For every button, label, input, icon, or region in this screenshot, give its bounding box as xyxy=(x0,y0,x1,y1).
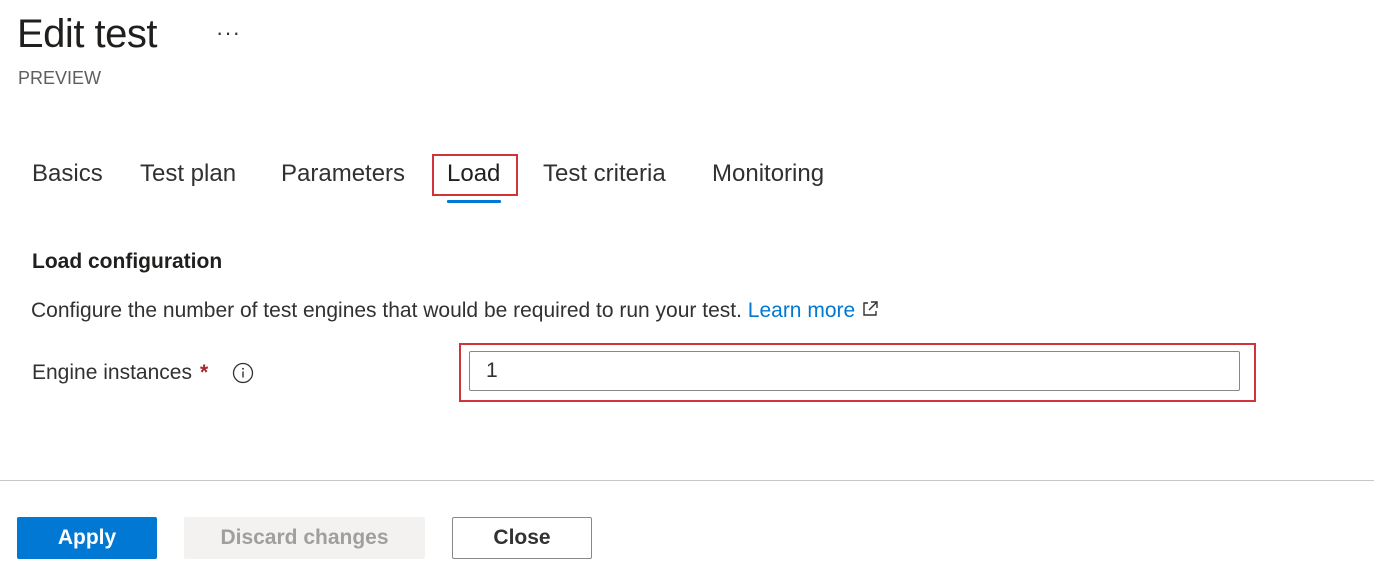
discard-changes-button[interactable]: Discard changes xyxy=(184,517,425,559)
engine-instances-label: Engine instances * xyxy=(32,359,208,387)
tab-parameters[interactable]: Parameters xyxy=(281,158,405,190)
description-text: Configure the number of test engines tha… xyxy=(31,299,742,322)
required-marker: * xyxy=(199,361,209,384)
more-options-button[interactable]: ··· xyxy=(216,18,241,48)
tab-test-plan[interactable]: Test plan xyxy=(140,158,236,190)
preview-label: PREVIEW xyxy=(18,68,102,88)
section-description: Configure the number of test engines tha… xyxy=(31,297,879,326)
info-icon[interactable] xyxy=(232,362,254,384)
tab-monitoring[interactable]: Monitoring xyxy=(712,158,824,190)
tab-basics[interactable]: Basics xyxy=(32,158,103,190)
close-button[interactable]: Close xyxy=(452,517,592,559)
footer-divider xyxy=(0,480,1374,481)
engine-instances-input[interactable] xyxy=(469,351,1240,391)
apply-button[interactable]: Apply xyxy=(17,517,157,559)
tab-bar: Basics Test plan Parameters Load Test cr… xyxy=(0,150,900,206)
section-title: Load configuration xyxy=(32,250,223,273)
edit-test-page: Edit test ··· PREVIEW Basics Test plan P… xyxy=(0,0,1374,579)
external-link-icon xyxy=(861,298,879,326)
page-title: Edit test xyxy=(17,12,158,56)
learn-more-link[interactable]: Learn more xyxy=(748,299,879,322)
tab-test-criteria[interactable]: Test criteria xyxy=(543,158,666,190)
learn-more-label: Learn more xyxy=(747,299,856,322)
tab-load[interactable]: Load xyxy=(447,158,500,190)
selected-tab-indicator xyxy=(447,200,501,203)
engine-instances-label-text: Engine instances xyxy=(32,361,192,384)
